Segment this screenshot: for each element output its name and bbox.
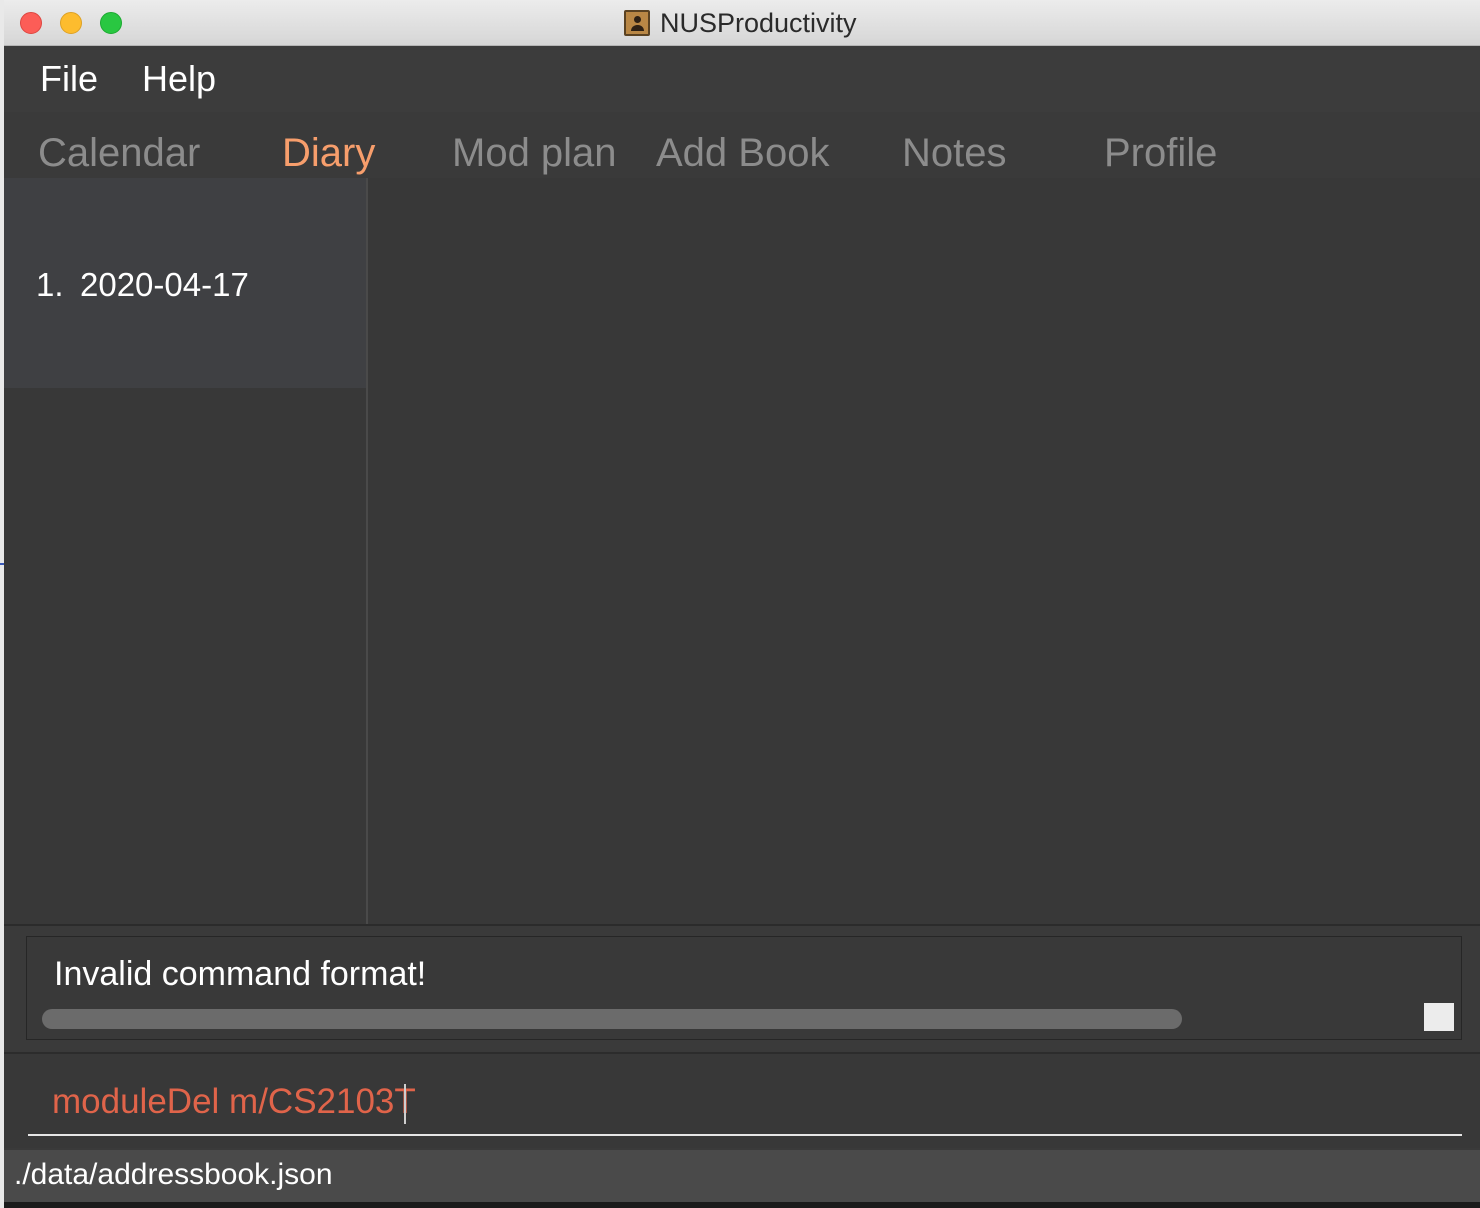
title-bar[interactable]: NUSProductivity <box>4 0 1480 46</box>
minimize-window-button[interactable] <box>60 12 82 34</box>
menu-file[interactable]: File <box>40 58 98 100</box>
command-box: moduleDel m/CS2103T <box>4 1052 1480 1148</box>
data-file-path: ./data/addressbook.json <box>14 1158 333 1191</box>
list-item[interactable]: 1. 2020-04-17 <box>4 178 366 388</box>
command-input[interactable]: moduleDel m/CS2103T <box>52 1082 416 1122</box>
result-message: Invalid command format! <box>54 955 427 993</box>
tab-notes[interactable]: Notes <box>902 131 1007 176</box>
menu-bar: File Help <box>4 46 1480 112</box>
status-bar: ./data/addressbook.json <box>4 1150 1480 1202</box>
diary-list-panel[interactable]: 1. 2020-04-17 <box>4 178 368 924</box>
tab-diary[interactable]: Diary <box>282 131 375 176</box>
list-item-index: 1. <box>36 266 64 303</box>
horizontal-scrollbar[interactable] <box>42 1009 1182 1029</box>
result-display-area: Invalid command format! <box>4 924 1480 1052</box>
tab-mod-plan[interactable]: Mod plan <box>452 131 617 176</box>
command-input-underline <box>28 1134 1462 1136</box>
diary-content: 1. 2020-04-17 <box>4 178 1480 924</box>
app-window: NUSProductivity File Help Calendar Diary… <box>4 0 1480 1202</box>
menu-help[interactable]: Help <box>142 58 216 100</box>
maximize-window-button[interactable] <box>100 12 122 34</box>
list-item-date: 2020-04-17 <box>80 266 249 303</box>
result-display: Invalid command format! <box>26 936 1462 1040</box>
window-title: NUSProductivity <box>660 7 857 38</box>
scrollbar-corner <box>1424 1003 1454 1031</box>
window-title-group: NUSProductivity <box>624 8 857 38</box>
tab-profile[interactable]: Profile <box>1104 131 1217 176</box>
close-window-button[interactable] <box>20 12 42 34</box>
tab-add-book[interactable]: Add Book <box>656 131 829 176</box>
contacts-book-icon <box>624 10 650 36</box>
text-caret <box>404 1084 406 1124</box>
tab-bar: Calendar Diary Mod plan Add Book Notes P… <box>4 112 1480 178</box>
tab-calendar[interactable]: Calendar <box>38 131 200 176</box>
